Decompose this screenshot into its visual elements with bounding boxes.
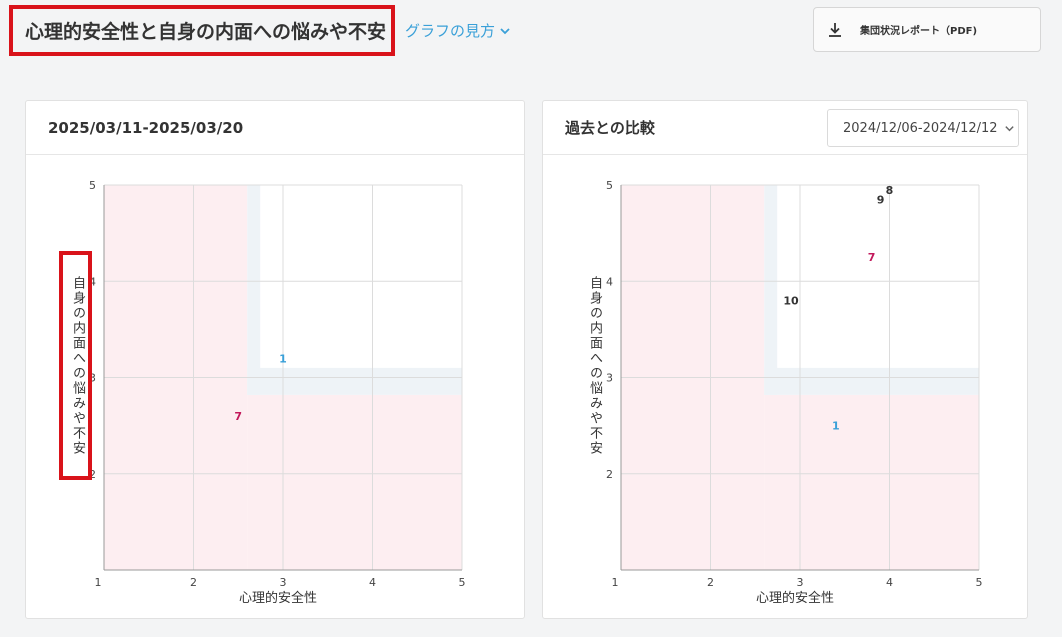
past-period-value: 2024/12/06-2024/12/12	[843, 120, 998, 136]
high-anxiety-zone	[247, 394, 462, 570]
x-tick-label: 5	[976, 576, 983, 589]
x-tick-label: 2	[190, 576, 197, 589]
x-axis-label: 心理的安全性	[239, 591, 318, 606]
comparison-chart: 1 2 3 4 52345 897101	[606, 179, 983, 589]
y-axis-label-highlight	[59, 251, 92, 480]
comparison-header: 過去との比較 2024/12/06-2024/12/12	[543, 101, 1027, 155]
data-point-label: 7	[234, 410, 242, 423]
past-period-select[interactable]: 2024/12/06-2024/12/12	[827, 109, 1019, 147]
page-title-highlight: 心理的安全性と自身の内面への悩みや不安	[9, 5, 395, 56]
data-point-label: 10	[783, 295, 799, 308]
data-point-label: 8	[886, 184, 894, 197]
y-axis-label: 自身の内面への悩みや不安	[587, 276, 602, 456]
comparison-panel: 過去との比較 2024/12/06-2024/12/12 12345234589…	[542, 100, 1028, 619]
current-period-title: 2025/03/11-2025/03/20	[48, 118, 244, 137]
x-tick-label: 4	[369, 576, 376, 589]
y-tick-label: 2	[606, 468, 613, 481]
y-tick-label: 5	[89, 179, 96, 192]
graph-guide-link[interactable]: グラフの見方	[405, 20, 511, 41]
x-axis-label: 心理的安全性	[756, 591, 835, 606]
neutral-band-vertical	[764, 185, 778, 395]
data-point-label: 7	[868, 251, 876, 264]
data-point-label: 9	[877, 193, 885, 206]
chevron-down-icon	[1004, 125, 1014, 131]
neutral-band-vertical	[247, 185, 261, 395]
neutral-band-horizontal	[764, 367, 979, 395]
page: 心理的安全性と自身の内面への悩みや不安 グラフの見方 集団状況レポート（PDF)…	[0, 0, 1062, 637]
graph-guide-label: グラフの見方	[405, 22, 496, 40]
report-button-label: 集団状況レポート（PDF)	[860, 26, 978, 37]
current-period-header: 2025/03/11-2025/03/20	[26, 101, 524, 155]
y-tick-label: 3	[606, 372, 613, 385]
group-report-pdf-button[interactable]: 集団状況レポート（PDF)	[813, 7, 1041, 52]
x-tick-label: 1	[95, 576, 102, 589]
x-tick-label: 1	[612, 576, 619, 589]
x-tick-label: 2	[707, 576, 714, 589]
neutral-band-horizontal	[247, 367, 462, 395]
x-tick-label: 5	[459, 576, 466, 589]
page-title: 心理的安全性と自身の内面への悩みや不安	[25, 21, 387, 43]
data-point-label: 1	[832, 420, 840, 433]
comparison-title: 過去との比較	[565, 119, 655, 137]
high-anxiety-zone	[764, 394, 979, 570]
x-tick-label: 4	[886, 576, 893, 589]
y-tick-label: 4	[606, 275, 613, 288]
chevron-down-icon	[500, 27, 510, 34]
current-period-chart: 1 2 3 4 5234517	[89, 179, 466, 589]
download-icon	[829, 22, 841, 37]
current-period-panel: 2025/03/11-2025/03/20 12345234517 自身の内面へ…	[25, 100, 525, 619]
data-point-label: 1	[279, 352, 287, 365]
y-tick-label: 5	[606, 179, 613, 192]
